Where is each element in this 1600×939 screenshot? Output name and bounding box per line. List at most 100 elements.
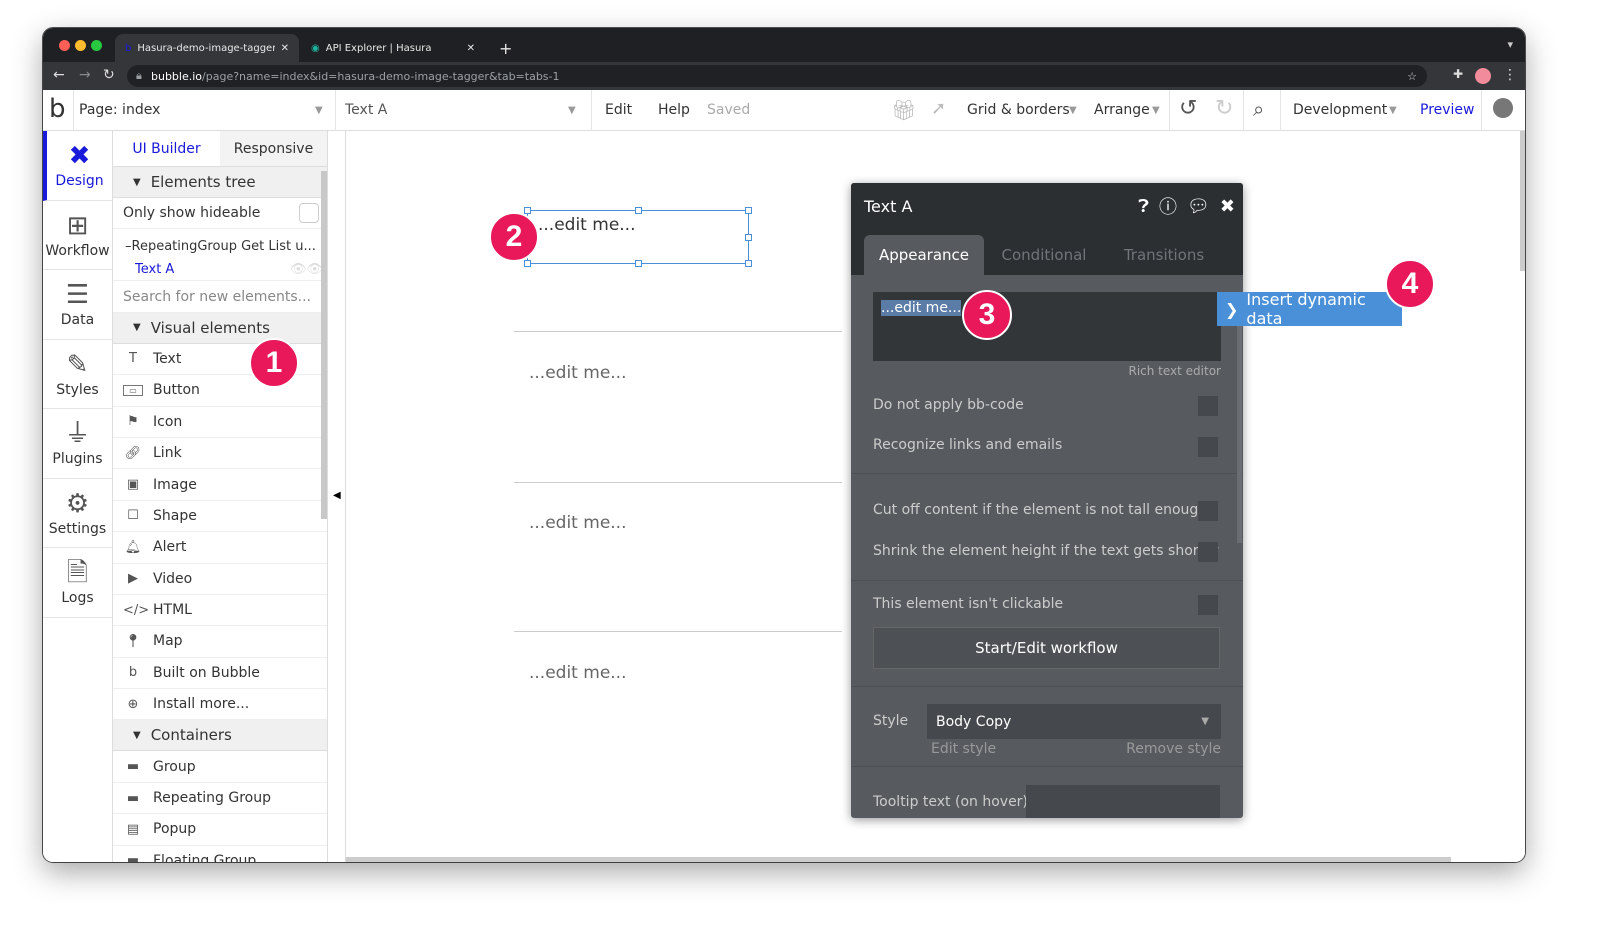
- app-header: b Page: index ▼ Text A ▼ Edit Help Saved…: [43, 90, 1525, 131]
- element-group[interactable]: ▬ Group: [113, 751, 327, 783]
- bubble-logo-icon[interactable]: b: [49, 94, 66, 124]
- start-edit-workflow-button[interactable]: Start/Edit workflow: [873, 627, 1220, 669]
- tree-item-repeating-group[interactable]: –RepeatingGroup Get List u... 👁︎: [125, 235, 323, 277]
- element-search-input[interactable]: Search for new elements...: [113, 281, 327, 313]
- remove-style-link[interactable]: Remove style: [1126, 741, 1221, 757]
- tree-item-text-a[interactable]: Text A 👁︎: [125, 258, 323, 281]
- chevron-down-icon: ▼: [568, 105, 576, 116]
- grid-borders-menu[interactable]: Grid & borders: [967, 102, 1070, 118]
- cursor-icon[interactable]: ➚: [931, 98, 946, 119]
- canvas-v-scrollbar[interactable]: [1520, 131, 1525, 271]
- rich-text-editor-link[interactable]: Rich text editor: [1128, 364, 1221, 378]
- help-menu[interactable]: Help: [658, 102, 690, 118]
- tab-transitions[interactable]: Transitions: [1104, 235, 1224, 275]
- style-dropdown[interactable]: Body Copy ▼: [927, 704, 1221, 739]
- element-button[interactable]: ▭ Button: [113, 375, 327, 407]
- forward-icon[interactable]: →: [79, 67, 91, 83]
- rail-design[interactable]: ✖ Design: [43, 131, 112, 201]
- tab-conditional[interactable]: Conditional: [984, 235, 1104, 275]
- close-window-button[interactable]: [59, 40, 70, 51]
- minimize-window-button[interactable]: [75, 40, 86, 51]
- profile-avatar[interactable]: [1475, 68, 1491, 84]
- tooltip-input[interactable]: [1026, 785, 1220, 818]
- containers-header[interactable]: ▼ Containers: [113, 720, 327, 752]
- repeated-text[interactable]: ...edit me...: [529, 363, 626, 383]
- element-link[interactable]: 🔗︎ Link: [113, 438, 327, 470]
- info-icon[interactable]: ⓘ: [1159, 193, 1177, 219]
- element-repeating-group[interactable]: ▬ Repeating Group: [113, 783, 327, 815]
- flag-icon: ⚑: [127, 414, 139, 430]
- browser-tab[interactable]: ◉ API Explorer | Hasura ✕: [301, 34, 485, 62]
- element-image[interactable]: ▣ Image: [113, 469, 327, 501]
- edit-menu[interactable]: Edit: [605, 102, 632, 118]
- collapse-panel-icon[interactable]: ◀: [333, 490, 341, 501]
- rail-styles[interactable]: ✎ Styles: [43, 340, 112, 409]
- redo-icon[interactable]: ↻: [1215, 96, 1233, 121]
- undo-icon[interactable]: ↺: [1179, 96, 1197, 121]
- elements-tree-header[interactable]: ▼ Elements tree: [113, 167, 327, 198]
- tab-appearance[interactable]: Appearance: [864, 235, 984, 275]
- element-map[interactable]: 📍︎ Map: [113, 626, 327, 658]
- bookmark-star-icon[interactable]: ☆: [1407, 70, 1417, 83]
- reload-icon[interactable]: ↻: [103, 67, 115, 83]
- maximize-window-button[interactable]: [91, 40, 102, 51]
- prop-scrollbar[interactable]: [1237, 293, 1242, 543]
- bbcode-checkbox[interactable]: [1198, 396, 1218, 416]
- new-tab-button[interactable]: +: [489, 34, 522, 62]
- rail-workflow[interactable]: ⊞ Workflow: [43, 201, 112, 270]
- repeated-text[interactable]: ...edit me...: [529, 513, 626, 533]
- rail-plugins[interactable]: ⏚ Plugins: [43, 409, 112, 479]
- repeated-text[interactable]: ...edit me...: [529, 663, 626, 683]
- element-video[interactable]: ▶ Video: [113, 564, 327, 595]
- shape-icon: ☐: [127, 508, 139, 524]
- rail-settings[interactable]: ⚙ Settings: [43, 479, 112, 548]
- selected-text-element[interactable]: ...edit me...: [524, 207, 752, 267]
- back-icon[interactable]: ←: [53, 67, 65, 83]
- button-icon: ▭: [123, 384, 143, 396]
- url-input[interactable]: 🔒︎ bubble.io/page?name=index&id=hasura-de…: [127, 65, 1427, 87]
- browser-menu-icon[interactable]: ⋮: [1503, 67, 1517, 83]
- search-icon[interactable]: ⌕: [1253, 97, 1264, 121]
- element-floating-group[interactable]: ▬ Floating Group: [113, 846, 327, 862]
- environment-selector[interactable]: Development: [1293, 102, 1387, 118]
- rail-logs[interactable]: 🗎︎ Logs: [43, 548, 112, 618]
- rail-data[interactable]: ☰ Data: [43, 270, 112, 340]
- panel-scrollbar[interactable]: [321, 171, 327, 519]
- canvas-h-scrollbar[interactable]: [346, 857, 1451, 862]
- shrink-height-checkbox[interactable]: [1198, 542, 1218, 562]
- edit-style-link[interactable]: Edit style: [931, 741, 996, 757]
- eye-icon: 👁︎: [289, 262, 307, 278]
- tab-ui-builder[interactable]: UI Builder: [113, 131, 220, 166]
- help-icon[interactable]: ❓︎: [1138, 196, 1149, 217]
- page-selector[interactable]: Page: index: [79, 102, 160, 118]
- account-avatar[interactable]: [1493, 98, 1513, 118]
- database-icon: ☰: [65, 280, 90, 310]
- cut-off-checkbox[interactable]: [1198, 501, 1218, 521]
- close-tab-icon[interactable]: ✕: [281, 43, 289, 54]
- browser-tab-active[interactable]: bHasura-demo-image-tagger | B✕: [115, 34, 299, 62]
- arrange-menu[interactable]: Arrange: [1094, 102, 1150, 118]
- not-clickable-checkbox[interactable]: [1198, 595, 1218, 615]
- text-content-editor[interactable]: ...edit me...: [873, 292, 1221, 361]
- gift-icon[interactable]: 🎁︎: [891, 98, 916, 122]
- close-icon[interactable]: ✖: [1220, 196, 1235, 217]
- only-hideable-checkbox[interactable]: [299, 203, 319, 224]
- element-html[interactable]: </> HTML: [113, 595, 327, 627]
- comment-icon[interactable]: 💬︎: [1187, 196, 1210, 217]
- visual-elements-header[interactable]: ▼ Visual elements: [113, 312, 327, 344]
- element-shape[interactable]: ☐ Shape: [113, 501, 327, 533]
- element-built-on-bubble[interactable]: b Built on Bubble: [113, 658, 327, 690]
- preview-button[interactable]: Preview: [1420, 102, 1475, 118]
- element-popup[interactable]: ▤ Popup: [113, 814, 327, 846]
- insert-dynamic-data-button[interactable]: ❯ Insert dynamic data: [1217, 290, 1402, 328]
- extensions-icon[interactable]: ✚: [1453, 67, 1463, 81]
- element-selector[interactable]: Text A: [345, 102, 387, 118]
- recognize-links-checkbox[interactable]: [1198, 437, 1218, 457]
- folders-icon: ▬: [126, 790, 140, 806]
- element-icon[interactable]: ⚑ Icon: [113, 407, 327, 438]
- tab-responsive[interactable]: Responsive: [220, 131, 327, 166]
- tab-menu-icon[interactable]: ▾: [1507, 38, 1513, 51]
- close-tab-icon[interactable]: ✕: [467, 43, 475, 54]
- element-alert[interactable]: 🔔︎ Alert: [113, 532, 327, 564]
- install-more[interactable]: ⊕ Install more...: [113, 689, 327, 721]
